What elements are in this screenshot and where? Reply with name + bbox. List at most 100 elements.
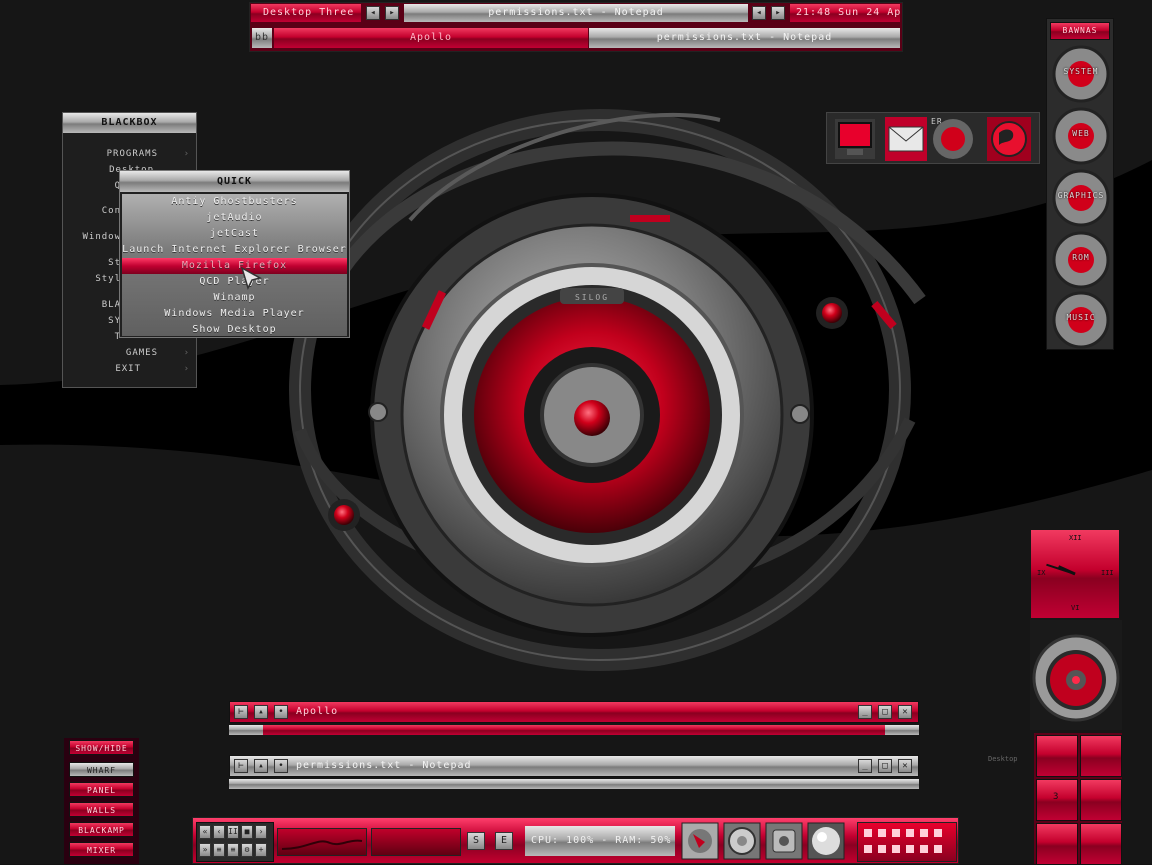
close-icon[interactable]: ✕: [898, 759, 912, 773]
wharf-toggle[interactable]: WHARF: [69, 762, 134, 777]
pager-tile[interactable]: [1080, 779, 1122, 821]
menu-item-exit[interactable]: EXIT ›: [63, 361, 196, 377]
quick-item[interactable]: Show Desktop: [122, 322, 347, 338]
stop-button[interactable]: ■: [241, 825, 253, 839]
submenu-title: QUICK: [120, 171, 349, 192]
shade-icon[interactable]: ▴: [254, 705, 268, 719]
cpu-ram-status: CPU: 100% - RAM: 50%: [531, 835, 672, 846]
system-tray: [857, 822, 957, 862]
quick-item-selected[interactable]: Mozilla Firefox: [122, 258, 347, 274]
menu-icon[interactable]: ⊢: [234, 705, 248, 719]
pager-tile[interactable]: [1036, 823, 1078, 865]
dock-item-system[interactable]: SYSTEM: [1052, 45, 1110, 103]
menu-icon[interactable]: ⊢: [234, 759, 248, 773]
pager-tooltip: Desktop: [988, 755, 1018, 763]
sphere-icon[interactable]: [807, 822, 845, 860]
menu-item-games[interactable]: GAMES ›: [63, 345, 196, 361]
resize-grip-left[interactable]: [229, 779, 263, 789]
window-title: Apollo: [296, 706, 339, 717]
task-notepad-label: permissions.txt - Notepad: [656, 32, 833, 43]
task-bb-label: bb: [255, 32, 270, 43]
task-apollo[interactable]: Apollo: [274, 28, 588, 48]
playlist-button[interactable]: ≡: [213, 843, 225, 857]
resize-grip-right[interactable]: [885, 725, 919, 735]
pager-tile[interactable]: [1036, 735, 1078, 777]
settings-button[interactable]: ⚙: [241, 843, 253, 857]
eq-button[interactable]: ≡: [227, 843, 239, 857]
workspace-pager: 3: [1034, 733, 1122, 865]
dock-title: BAWNAS: [1062, 26, 1098, 35]
maximize-icon[interactable]: □: [878, 759, 892, 773]
next-window-button[interactable]: ▸: [771, 6, 785, 20]
stick-icon[interactable]: •: [274, 705, 288, 719]
volume-up-button[interactable]: +: [255, 843, 267, 857]
launcher-bar: ER: [826, 112, 1040, 164]
dock-item-graphics[interactable]: GRAPHICS: [1052, 169, 1110, 227]
prev-button[interactable]: ‹: [213, 825, 225, 839]
resize-grip-right[interactable]: [885, 779, 919, 789]
mixer-toggle[interactable]: MIXER: [69, 842, 134, 857]
workspace-label-box[interactable]: Desktop Three: [251, 4, 361, 22]
handle-bar[interactable]: [263, 779, 885, 789]
drive-icon[interactable]: [681, 822, 719, 860]
toolbar-window-title: permissions.txt - Notepad: [488, 7, 664, 18]
dial-icon[interactable]: [723, 822, 761, 860]
pause-button[interactable]: II: [227, 825, 239, 839]
clock-numeral-left: IX: [1037, 569, 1046, 577]
quick-item[interactable]: Antiy Ghostbusters: [122, 194, 347, 210]
minimize-icon[interactable]: _: [858, 759, 872, 773]
clock-numeral-top: XII: [1069, 534, 1082, 542]
quick-item[interactable]: jetCast: [122, 226, 347, 242]
blackamp-toggle[interactable]: BLACKAMP: [69, 822, 134, 837]
task-notepad[interactable]: permissions.txt - Notepad: [589, 28, 900, 48]
panel-toggle[interactable]: PANEL: [69, 782, 134, 797]
bottom-panel: « ‹ II ■ › » ≡ ≡ ⚙ + S E CPU: 100% - RAM…: [192, 817, 959, 864]
next-button[interactable]: ›: [255, 825, 267, 839]
shade-icon[interactable]: ▴: [254, 759, 268, 773]
red-orb-icon[interactable]: [931, 117, 975, 161]
e-button[interactable]: E: [495, 832, 513, 850]
quick-item[interactable]: Launch Internet Explorer Browser: [122, 242, 347, 258]
quick-item[interactable]: QCD Player: [122, 274, 347, 290]
dock-title-button[interactable]: BAWNAS: [1050, 22, 1110, 40]
maximize-icon[interactable]: □: [878, 705, 892, 719]
handle-bar[interactable]: [263, 725, 885, 735]
s-button[interactable]: S: [467, 832, 485, 850]
clock-box[interactable]: 21:48 Sun 24 Apr: [790, 4, 900, 22]
dock-item-label: MUSIC: [1066, 313, 1096, 322]
rewind-button[interactable]: «: [199, 825, 211, 839]
minimize-icon[interactable]: _: [858, 705, 872, 719]
seek-bar[interactable]: [371, 828, 461, 856]
pager-tile[interactable]: [1080, 823, 1122, 865]
window-handle[interactable]: [229, 779, 919, 791]
stick-icon[interactable]: •: [274, 759, 288, 773]
visualizer: [277, 828, 367, 856]
quick-item[interactable]: Windows Media Player: [122, 306, 347, 322]
window-titlebar[interactable]: ⊢ ▴ • permissions.txt - Notepad _ □ ✕: [229, 755, 919, 777]
prev-workspace-button[interactable]: ◂: [366, 6, 380, 20]
mail-icon[interactable]: [883, 115, 929, 163]
prev-window-button[interactable]: ◂: [752, 6, 766, 20]
resize-grip-left[interactable]: [229, 725, 263, 735]
pager-tile-current[interactable]: 3: [1036, 779, 1078, 821]
close-icon[interactable]: ✕: [898, 705, 912, 719]
quick-item[interactable]: jetAudio: [122, 210, 347, 226]
pager-tile[interactable]: [1080, 735, 1122, 777]
monitor-icon[interactable]: [833, 117, 877, 161]
eye-widget: [1030, 620, 1122, 730]
forward-button[interactable]: »: [199, 843, 211, 857]
quick-item[interactable]: Winamp: [122, 290, 347, 306]
dock-item-rom[interactable]: ROM: [1052, 231, 1110, 289]
window-handle[interactable]: [229, 725, 919, 737]
system-monitor: CPU: 100% - RAM: 50%: [525, 826, 675, 856]
next-workspace-button[interactable]: ▸: [385, 6, 399, 20]
window-titlebar[interactable]: ⊢ ▴ • Apollo _ □ ✕: [229, 701, 919, 723]
dock-item-music[interactable]: MUSIC: [1052, 291, 1110, 349]
dock-item-web[interactable]: WEB: [1052, 107, 1110, 165]
globe-icon[interactable]: [985, 115, 1033, 163]
task-bb[interactable]: bb: [252, 28, 272, 48]
window-apollo: ⊢ ▴ • Apollo _ □ ✕: [229, 701, 919, 737]
disk-icon[interactable]: [765, 822, 803, 860]
menu-item-programs[interactable]: PROGRAMS ›: [63, 146, 196, 162]
walls-toggle[interactable]: WALLS: [69, 802, 134, 817]
